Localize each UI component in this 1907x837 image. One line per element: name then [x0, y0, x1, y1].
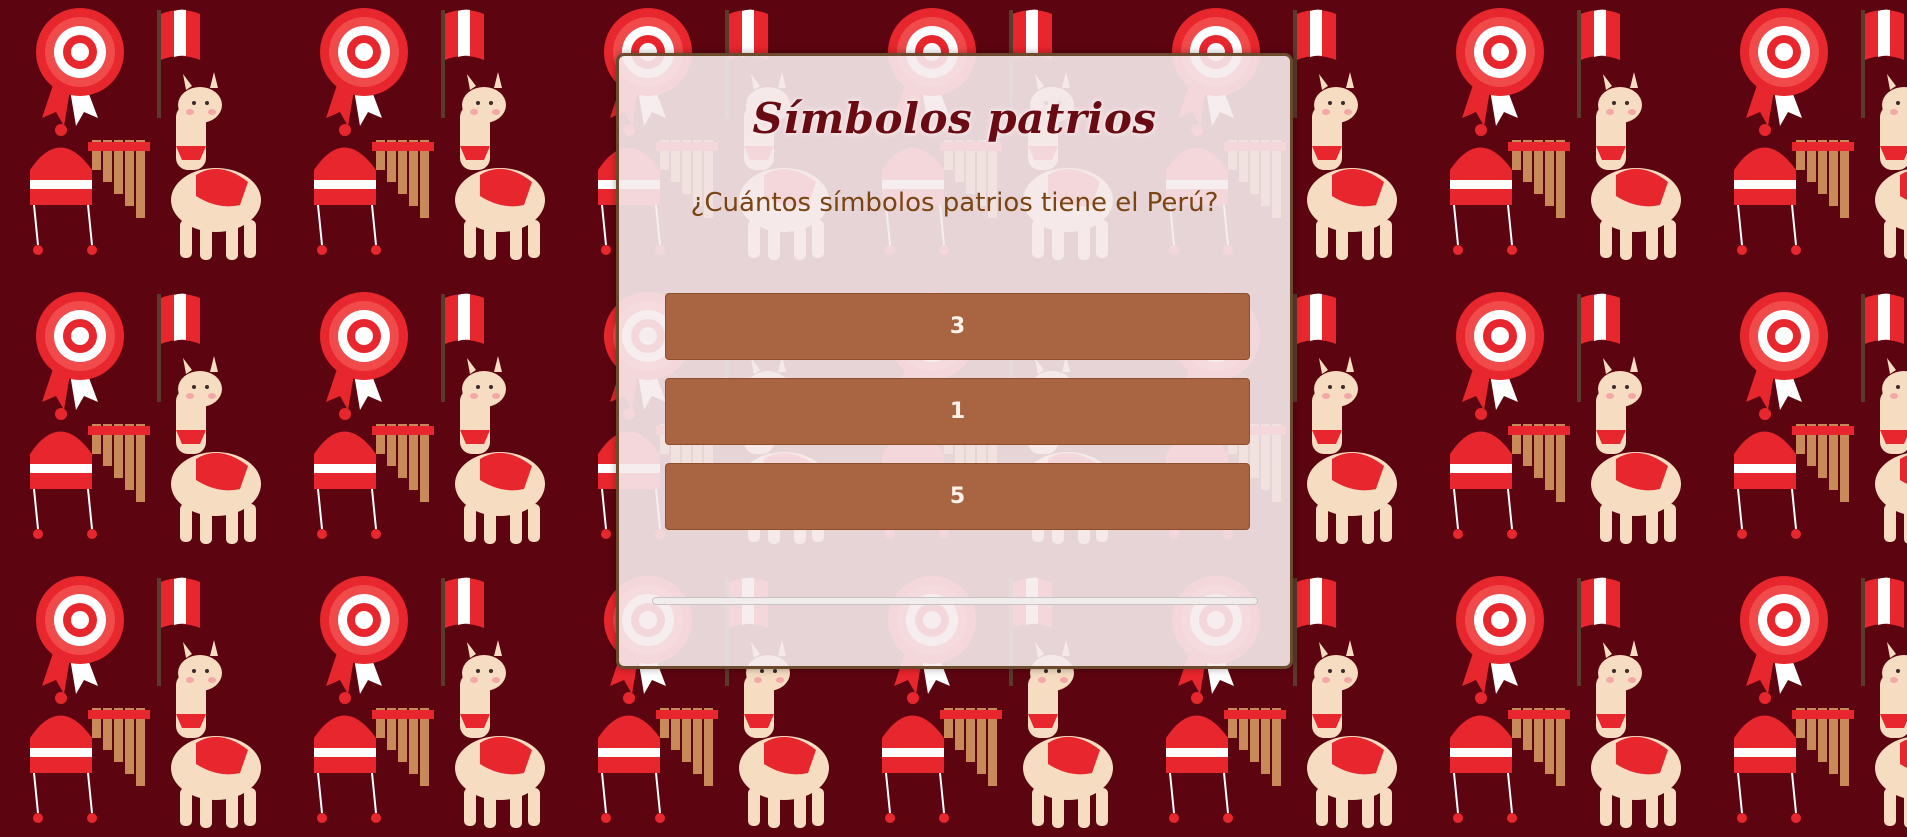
quiz-card: Símbolos patrios ¿Cuántos símbolos patri… — [616, 53, 1293, 669]
answer-button-1[interactable]: 3 — [665, 293, 1250, 360]
question-text: ¿Cuántos símbolos patrios tiene el Perú? — [690, 188, 1219, 218]
quiz-title: Símbolos patrios — [752, 94, 1157, 143]
answer-button-2[interactable]: 1 — [665, 378, 1250, 445]
progress-bar — [652, 597, 1258, 605]
answer-button-3[interactable]: 5 — [665, 463, 1250, 530]
